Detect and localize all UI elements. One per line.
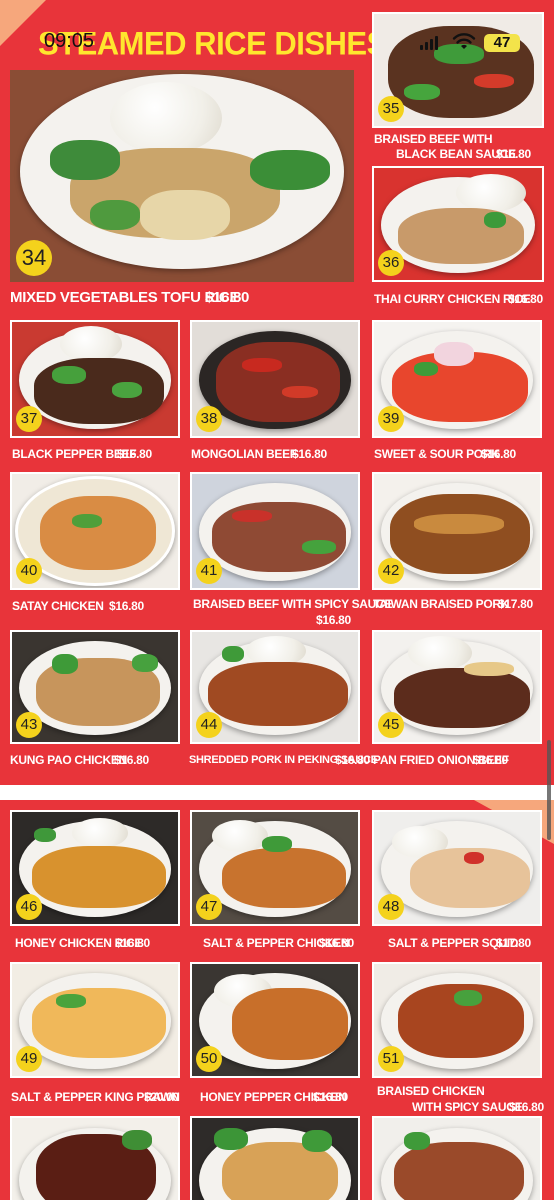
dish-photo-44[interactable]: 44 (190, 630, 360, 744)
dish-caption-42: TAIWAN BRAISED PORK $17.80 (373, 597, 533, 612)
dish-caption-51b: WITH SPICY SAUCE $16.80 (412, 1100, 544, 1115)
dish-name: TAIWAN BRAISED PORK (373, 597, 510, 611)
dish-caption-39: SWEET & SOUR PORK $16.80 (374, 447, 516, 462)
dish-photo-42[interactable]: 42 (372, 472, 542, 590)
dish-caption-35b: BLACK BEAN SAUCE $16.80 (396, 147, 531, 162)
dish-price: $16.80 (109, 599, 144, 613)
page-separator (0, 785, 554, 800)
dish-caption-44: SHREDDED PORK IN PEKING SAUCE $16.80 (189, 753, 378, 768)
dish-price: $16.80 (114, 753, 149, 767)
dish-photo-next-2[interactable] (190, 1116, 360, 1200)
dish-name-line2: WITH SPICY SAUCE (412, 1100, 523, 1114)
dish-number-badge: 49 (16, 1046, 42, 1072)
dish-number-badge: 38 (196, 406, 222, 432)
dish-price: $17.80 (498, 597, 533, 611)
dish-name: SATAY CHICKEN (12, 599, 104, 613)
wifi-icon (452, 33, 476, 49)
dish-price: $16.80 (335, 753, 370, 767)
dish-photo-41[interactable]: 41 (190, 472, 360, 590)
dish-price: $16.80 (509, 1100, 544, 1114)
dish-name: THAI CURRY CHICKEN RICE (374, 292, 531, 306)
dish-photo-39[interactable]: 39 (372, 320, 542, 438)
dish-caption-51: BRAISED CHICKEN (377, 1084, 485, 1099)
dish-caption-47: SALT & PEPPER CHICKEN $16.80 (203, 936, 354, 951)
dish-caption-41: BRAISED BEEF WITH SPICY SAUCE (193, 597, 392, 612)
dish-price: $16.80 (473, 753, 508, 767)
dish-caption-48: SALT & PEPPER SQUID $17.80 (388, 936, 531, 951)
dish-price: $16.80 (115, 936, 150, 950)
dish-name: BRAISED CHICKEN (377, 1084, 485, 1098)
dish-price: $17.80 (496, 936, 531, 950)
dish-photo-34[interactable]: 34 (10, 70, 354, 282)
dish-price: $16.80 (316, 613, 351, 627)
dish-number-badge: 45 (378, 712, 404, 738)
dish-photo-40[interactable]: 40 (10, 472, 180, 590)
dish-caption-38: MONGOLIAN BEEF $16.80 (191, 447, 327, 462)
dish-photo-50[interactable]: 50 (190, 962, 360, 1078)
dish-price: $16.80 (292, 447, 327, 461)
dish-price: $16.80 (205, 289, 250, 306)
dish-number-badge: 51 (378, 1046, 404, 1072)
dish-caption-36: THAI CURRY CHICKEN RICE $16.80 (374, 292, 543, 307)
dish-number-badge: 44 (196, 712, 222, 738)
dish-photo-46[interactable]: 46 (10, 810, 180, 926)
dish-number-badge: 47 (196, 894, 222, 920)
dish-price: $16.80 (117, 447, 152, 461)
cellular-signal-icon (420, 36, 438, 50)
dish-photo-next-1[interactable] (10, 1116, 180, 1200)
dish-number-badge: 37 (16, 406, 42, 432)
dish-photo-36[interactable]: 36 (372, 166, 544, 282)
dish-photo-43[interactable]: 43 (10, 630, 180, 744)
dish-photo-45[interactable]: 45 (372, 630, 542, 744)
dish-photo-47[interactable]: 47 (190, 810, 360, 926)
dish-photo-next-3[interactable] (372, 1116, 542, 1200)
dish-photo-48[interactable]: 48 (372, 810, 542, 926)
dish-caption-41b: $16.80 (316, 613, 351, 628)
dish-price: $16.80 (481, 447, 516, 461)
dish-price: $16.80 (508, 292, 543, 306)
dish-price: $16.80 (313, 1090, 348, 1104)
dish-name: KUNG PAO CHICKEN (10, 753, 127, 767)
dish-price: $16.80 (319, 936, 354, 950)
dish-photo-49[interactable]: 49 (10, 962, 180, 1078)
dish-caption-46: HONEY CHICKEN RICE $16.80 (15, 936, 150, 951)
dish-caption-43: KUNG PAO CHICKEN $16.80 (10, 753, 149, 768)
dish-name: BRAISED BEEF WITH SPICY SAUCE (193, 597, 393, 611)
dish-caption-50: HONEY PEPPER CHICKEN $16.80 (200, 1090, 348, 1105)
dish-caption-34: MIXED VEGETABLES TOFU RICE $16.80 (10, 290, 249, 305)
scrollbar[interactable] (547, 740, 551, 840)
dish-number-badge: 43 (16, 712, 42, 738)
dish-number-badge: 48 (378, 894, 404, 920)
dish-number-badge: 50 (196, 1046, 222, 1072)
dish-number-badge: 42 (378, 558, 404, 584)
dish-caption-45: PAN FRIED ONION BEEF $16.80 (373, 753, 509, 768)
dish-number-badge: 36 (378, 250, 404, 276)
dish-photo-38[interactable]: 38 (190, 320, 360, 438)
dish-caption-35: BRAISED BEEF WITH (374, 132, 493, 147)
dish-number-badge: 35 (378, 96, 404, 122)
dish-number-badge: 39 (378, 406, 404, 432)
dish-price: $20.00 (144, 1090, 179, 1104)
dish-caption-40: SATAY CHICKEN $16.80 (12, 599, 144, 614)
menu-page-2: 46 HONEY CHICKEN RICE $16.80 47 SALT & P… (0, 800, 554, 1200)
dish-name: MONGOLIAN BEEF (191, 447, 297, 461)
dish-photo-37[interactable]: 37 (10, 320, 180, 438)
dish-name: BRAISED BEEF WITH (374, 132, 493, 146)
dish-number-badge: 41 (196, 558, 222, 584)
status-time: 09:05 (44, 30, 95, 52)
battery-indicator: 47 (484, 34, 520, 52)
dish-number-badge: 46 (16, 894, 42, 920)
dish-number-badge: 40 (16, 558, 42, 584)
menu-page-1: STEAMED RICE DISHES 34 MIXED VEGETABLES … (0, 0, 554, 785)
dish-number-badge: 34 (16, 240, 52, 276)
dish-photo-51[interactable]: 51 (372, 962, 542, 1078)
dish-caption-37: BLACK PEPPER BEEF $16.80 (12, 447, 152, 462)
dish-photo-35[interactable]: 35 (372, 12, 544, 128)
dish-caption-49: SALT & PEPPER KING PRAWN $20.00 (11, 1090, 180, 1105)
dish-price: $16.80 (496, 147, 531, 161)
